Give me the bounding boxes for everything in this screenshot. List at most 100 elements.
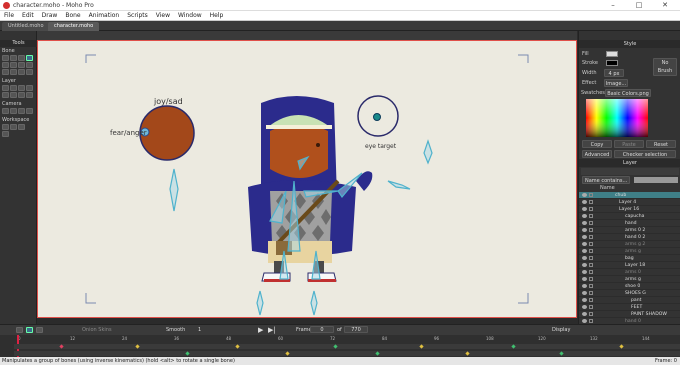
track-camera-tool[interactable] xyxy=(2,108,9,114)
timeline-layer-tool[interactable] xyxy=(26,327,33,333)
translate-bone-tool[interactable] xyxy=(10,55,17,61)
orbit-workspace-tool[interactable] xyxy=(2,131,9,137)
zoom-workspace-tool[interactable] xyxy=(10,124,17,130)
reparent-bone-tool[interactable] xyxy=(18,62,25,68)
minimize-button[interactable]: – xyxy=(602,0,624,11)
group-bone: Bone xyxy=(2,48,15,54)
rotate-layer-tool[interactable] xyxy=(26,85,33,91)
manipulate-bones-tool[interactable] xyxy=(26,55,33,61)
copy-button[interactable]: Copy xyxy=(582,140,612,148)
layer-row[interactable]: hand 0 2 xyxy=(579,234,680,241)
close-button[interactable]: ✕ xyxy=(654,0,676,11)
fill-swatch[interactable] xyxy=(606,51,618,57)
emotion-controller[interactable] xyxy=(139,105,195,161)
next-frame-icon[interactable]: ▶| xyxy=(268,326,276,334)
bind-points-tool[interactable] xyxy=(10,69,17,75)
timeline-track[interactable] xyxy=(14,351,680,356)
display-menu[interactable]: Display xyxy=(552,327,570,333)
tick-label: 132 xyxy=(590,336,598,341)
total-frames-input[interactable]: 770 xyxy=(344,326,368,333)
menu-animation[interactable]: Animation xyxy=(85,11,124,21)
bind-layer-tool[interactable] xyxy=(2,69,9,75)
menu-draw[interactable]: Draw xyxy=(38,11,62,21)
effect-select[interactable]: Image... xyxy=(604,79,628,87)
layer-row[interactable]: bag xyxy=(579,255,680,262)
bone-strength-tool[interactable] xyxy=(26,62,33,68)
swatch-grid[interactable] xyxy=(586,99,648,137)
bone-physics-tool[interactable] xyxy=(26,69,33,75)
set-origin-tool[interactable] xyxy=(2,85,9,91)
tools-panel: Tools Bone Layer Camera Workspace xyxy=(0,31,37,324)
text-tool[interactable] xyxy=(18,92,25,98)
layer-row[interactable]: capucha xyxy=(579,213,680,220)
tab-untitled[interactable]: Untitled.moho xyxy=(2,22,50,31)
play-icon[interactable]: ▶ xyxy=(258,326,263,334)
scale-layer-tool[interactable] xyxy=(18,85,25,91)
rotate-workspace-tool[interactable] xyxy=(18,124,25,130)
tab-character[interactable]: character.moho xyxy=(48,22,100,31)
timeline-bone-tool[interactable] xyxy=(16,327,23,333)
timeline-key-tool[interactable] xyxy=(36,327,43,333)
eye-target-controller[interactable] xyxy=(357,95,399,137)
stage-svg[interactable]: joy/sad fear/anger eye target xyxy=(38,41,575,316)
layer-row[interactable]: arms g xyxy=(579,248,680,255)
layer-row[interactable]: SHOES G xyxy=(579,290,680,297)
character[interactable] xyxy=(248,96,373,282)
width-input[interactable]: 4 px xyxy=(604,69,624,77)
add-bone-tool[interactable] xyxy=(10,62,17,68)
rotate-bone-tool[interactable] xyxy=(2,62,9,68)
layer-row[interactable]: Layer 4 xyxy=(579,199,680,206)
eyedropper-tool[interactable] xyxy=(26,92,33,98)
layer-row[interactable]: arms 0 2 xyxy=(579,227,680,234)
color-swatches[interactable] xyxy=(586,99,648,137)
layer-row[interactable]: Layer 16 xyxy=(579,206,680,213)
onion-skins-label[interactable]: Onion Skins xyxy=(82,327,112,333)
timeline-track[interactable] xyxy=(14,344,680,349)
menu-view[interactable]: View xyxy=(152,11,174,21)
checker-selection-button[interactable]: Checker selection xyxy=(614,150,676,158)
maximize-button[interactable]: □ xyxy=(628,0,650,11)
menu-bone[interactable]: Bone xyxy=(61,11,84,21)
timeline-panel: Onion Skins Smooth 1 ▶ ▶| Frame 0 of 770… xyxy=(0,324,680,358)
layer-row[interactable]: FEET xyxy=(579,304,680,311)
menu-scripts[interactable]: Scripts xyxy=(123,11,152,21)
layer-filter-input[interactable]: Name contains... xyxy=(582,176,630,184)
shear-layer-tool[interactable] xyxy=(10,92,17,98)
canvas-viewport[interactable]: joy/sad fear/anger eye target xyxy=(37,40,577,318)
layer-row[interactable]: shoe 0 xyxy=(579,283,680,290)
pan-workspace-tool[interactable] xyxy=(2,124,9,130)
flip-layer-tool[interactable] xyxy=(2,92,9,98)
reset-button[interactable]: Reset xyxy=(646,140,676,148)
zoom-camera-tool[interactable] xyxy=(10,108,17,114)
tick-label: 120 xyxy=(538,336,546,341)
no-brush-button[interactable]: No Brush xyxy=(653,58,677,76)
timeline-toolbar: Onion Skins Smooth 1 ▶ ▶| Frame 0 of 770… xyxy=(0,325,680,335)
menu-file[interactable]: File xyxy=(0,11,18,21)
layer-row[interactable]: arms 0 xyxy=(579,269,680,276)
layer-filter-field[interactable] xyxy=(634,177,678,183)
stroke-swatch[interactable] xyxy=(606,60,618,66)
pan-tilt-camera-tool[interactable] xyxy=(26,108,33,114)
menu-help[interactable]: Help xyxy=(206,11,228,21)
roll-camera-tool[interactable] xyxy=(18,108,25,114)
layer-row[interactable]: arms g 2 xyxy=(579,241,680,248)
swatches-select[interactable]: Basic Colors.png xyxy=(605,89,651,97)
timeline-tracks[interactable]: 0 12 24 36 48 60 72 84 96 108 120 132 14… xyxy=(0,335,680,358)
frame-input[interactable]: 0 xyxy=(310,326,334,333)
layer-row[interactable]: Layer 18 xyxy=(579,262,680,269)
layer-row[interactable]: pant xyxy=(579,297,680,304)
menu-edit[interactable]: Edit xyxy=(18,11,38,21)
translate-layer-tool[interactable] xyxy=(10,85,17,91)
interpolation-label[interactable]: Smooth xyxy=(166,327,185,333)
interpolation-value[interactable]: 1 xyxy=(198,327,201,333)
paste-button[interactable]: Paste xyxy=(614,140,644,148)
select-bone-tool[interactable] xyxy=(2,55,9,61)
offset-bone-tool[interactable] xyxy=(18,69,25,75)
layer-row[interactable]: hand xyxy=(579,220,680,227)
scale-bone-tool[interactable] xyxy=(18,55,25,61)
layer-row[interactable]: chub xyxy=(579,192,680,199)
menu-window[interactable]: Window xyxy=(174,11,206,21)
layer-row[interactable]: PAINT SHADOW xyxy=(579,311,680,318)
advanced-button[interactable]: Advanced xyxy=(582,150,612,158)
layer-row[interactable]: arms g xyxy=(579,276,680,283)
